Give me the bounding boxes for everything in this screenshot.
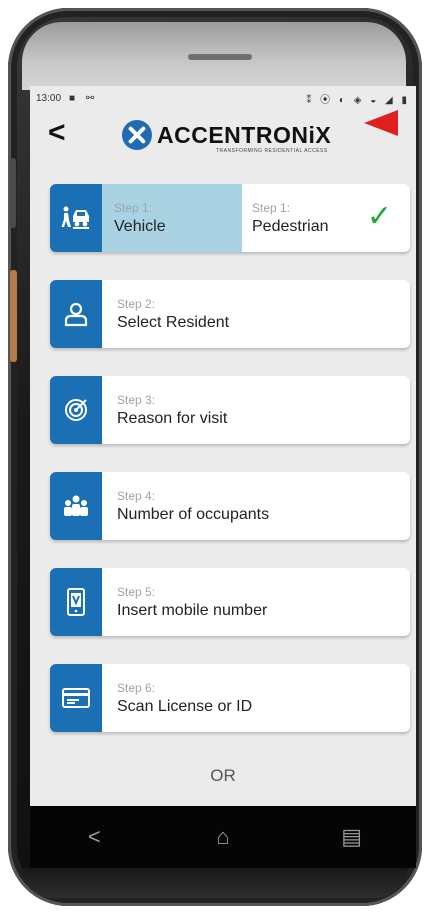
step-2-sub: Step 2: — [117, 296, 156, 311]
person-icon — [64, 302, 88, 327]
nav-back-button[interactable]: < — [64, 824, 124, 850]
step-2-label: Select Resident — [117, 313, 230, 331]
target-icon — [65, 399, 87, 421]
step-5-card[interactable]: Step 5: Insert mobile number — [50, 568, 410, 636]
side-button — [10, 270, 17, 362]
step-5-label: Insert mobile number — [117, 601, 268, 619]
step-5-sub: Step 5: — [117, 584, 156, 599]
step-4-icon-box — [50, 472, 102, 540]
step-3-label: Reason for visit — [117, 409, 228, 427]
step-4-card[interactable]: Step 4: Number of occupants — [50, 472, 410, 540]
step-5-icon-box — [50, 568, 102, 636]
nav-home-button[interactable]: ⌂ — [193, 824, 253, 850]
step-1-vehicle-sub: Step 1: — [114, 200, 153, 215]
option-vehicle[interactable]: Step 1: Vehicle — [102, 184, 242, 252]
notification-icons: ■ ⚯ — [69, 92, 99, 104]
step-3-icon-box — [50, 376, 102, 444]
phone-bottom-bezel — [22, 868, 406, 898]
step-3-card[interactable]: Step 3: Reason for visit — [50, 376, 410, 444]
phone-top-bezel — [22, 22, 406, 90]
checkmark-icon: ✓ — [366, 200, 392, 233]
step-1-vehicle-label: Vehicle — [114, 217, 166, 235]
volume-button — [10, 158, 16, 228]
pointer-arrow-icon — [364, 110, 398, 136]
vehicle-pedestrian-icon — [61, 206, 89, 229]
logo-tagline: TRANSFORMING RESIDENTIAL ACCESS — [216, 148, 328, 154]
app-logo: ACCENTRONiX — [122, 120, 331, 150]
back-button[interactable]: < — [48, 118, 66, 148]
step-2-card[interactable]: Step 2: Select Resident — [50, 280, 410, 348]
step-6-label: Scan License or ID — [117, 697, 253, 715]
mobile-phone-icon — [67, 588, 85, 616]
step-6-card[interactable]: Step 6: Scan License or ID — [50, 664, 410, 732]
screen: 13:00 ■ ⚯ ⁑ ⦿ ◐ ◈ ◒ ◢ ▮ < ACCENTRONiX TR… — [30, 86, 416, 806]
logo-mark-icon — [122, 120, 152, 150]
logo-text: ACCENTRONiX — [157, 121, 332, 148]
step-1-card: Step 1: Vehicle Step 1: Pedestrian ✓ — [50, 184, 410, 252]
step-3-sub: Step 3: — [117, 392, 156, 407]
step-6-icon-box — [50, 664, 102, 732]
step-4-label: Number of occupants — [117, 505, 270, 523]
step-6-sub: Step 6: — [117, 680, 156, 695]
android-nav-bar: < ⌂ ▤ — [30, 806, 416, 868]
option-pedestrian[interactable]: Step 1: Pedestrian ✓ — [242, 184, 410, 252]
speaker-grille — [188, 54, 252, 60]
step-4-sub: Step 4: — [117, 488, 156, 503]
system-icons: ⁑ ⦿ ◐ ◈ ◒ ◢ ▮ — [306, 94, 410, 106]
or-divider: OR — [210, 766, 236, 785]
nav-recents-button[interactable]: ▤ — [322, 824, 382, 850]
id-card-icon — [62, 688, 90, 708]
group-icon — [64, 495, 88, 516]
step-1-icon-box — [50, 184, 102, 252]
status-time: 13:00 — [36, 92, 62, 104]
status-bar: 13:00 ■ ⚯ ⁑ ⦿ ◐ ◈ ◒ ◢ ▮ — [30, 86, 416, 110]
step-2-icon-box — [50, 280, 102, 348]
